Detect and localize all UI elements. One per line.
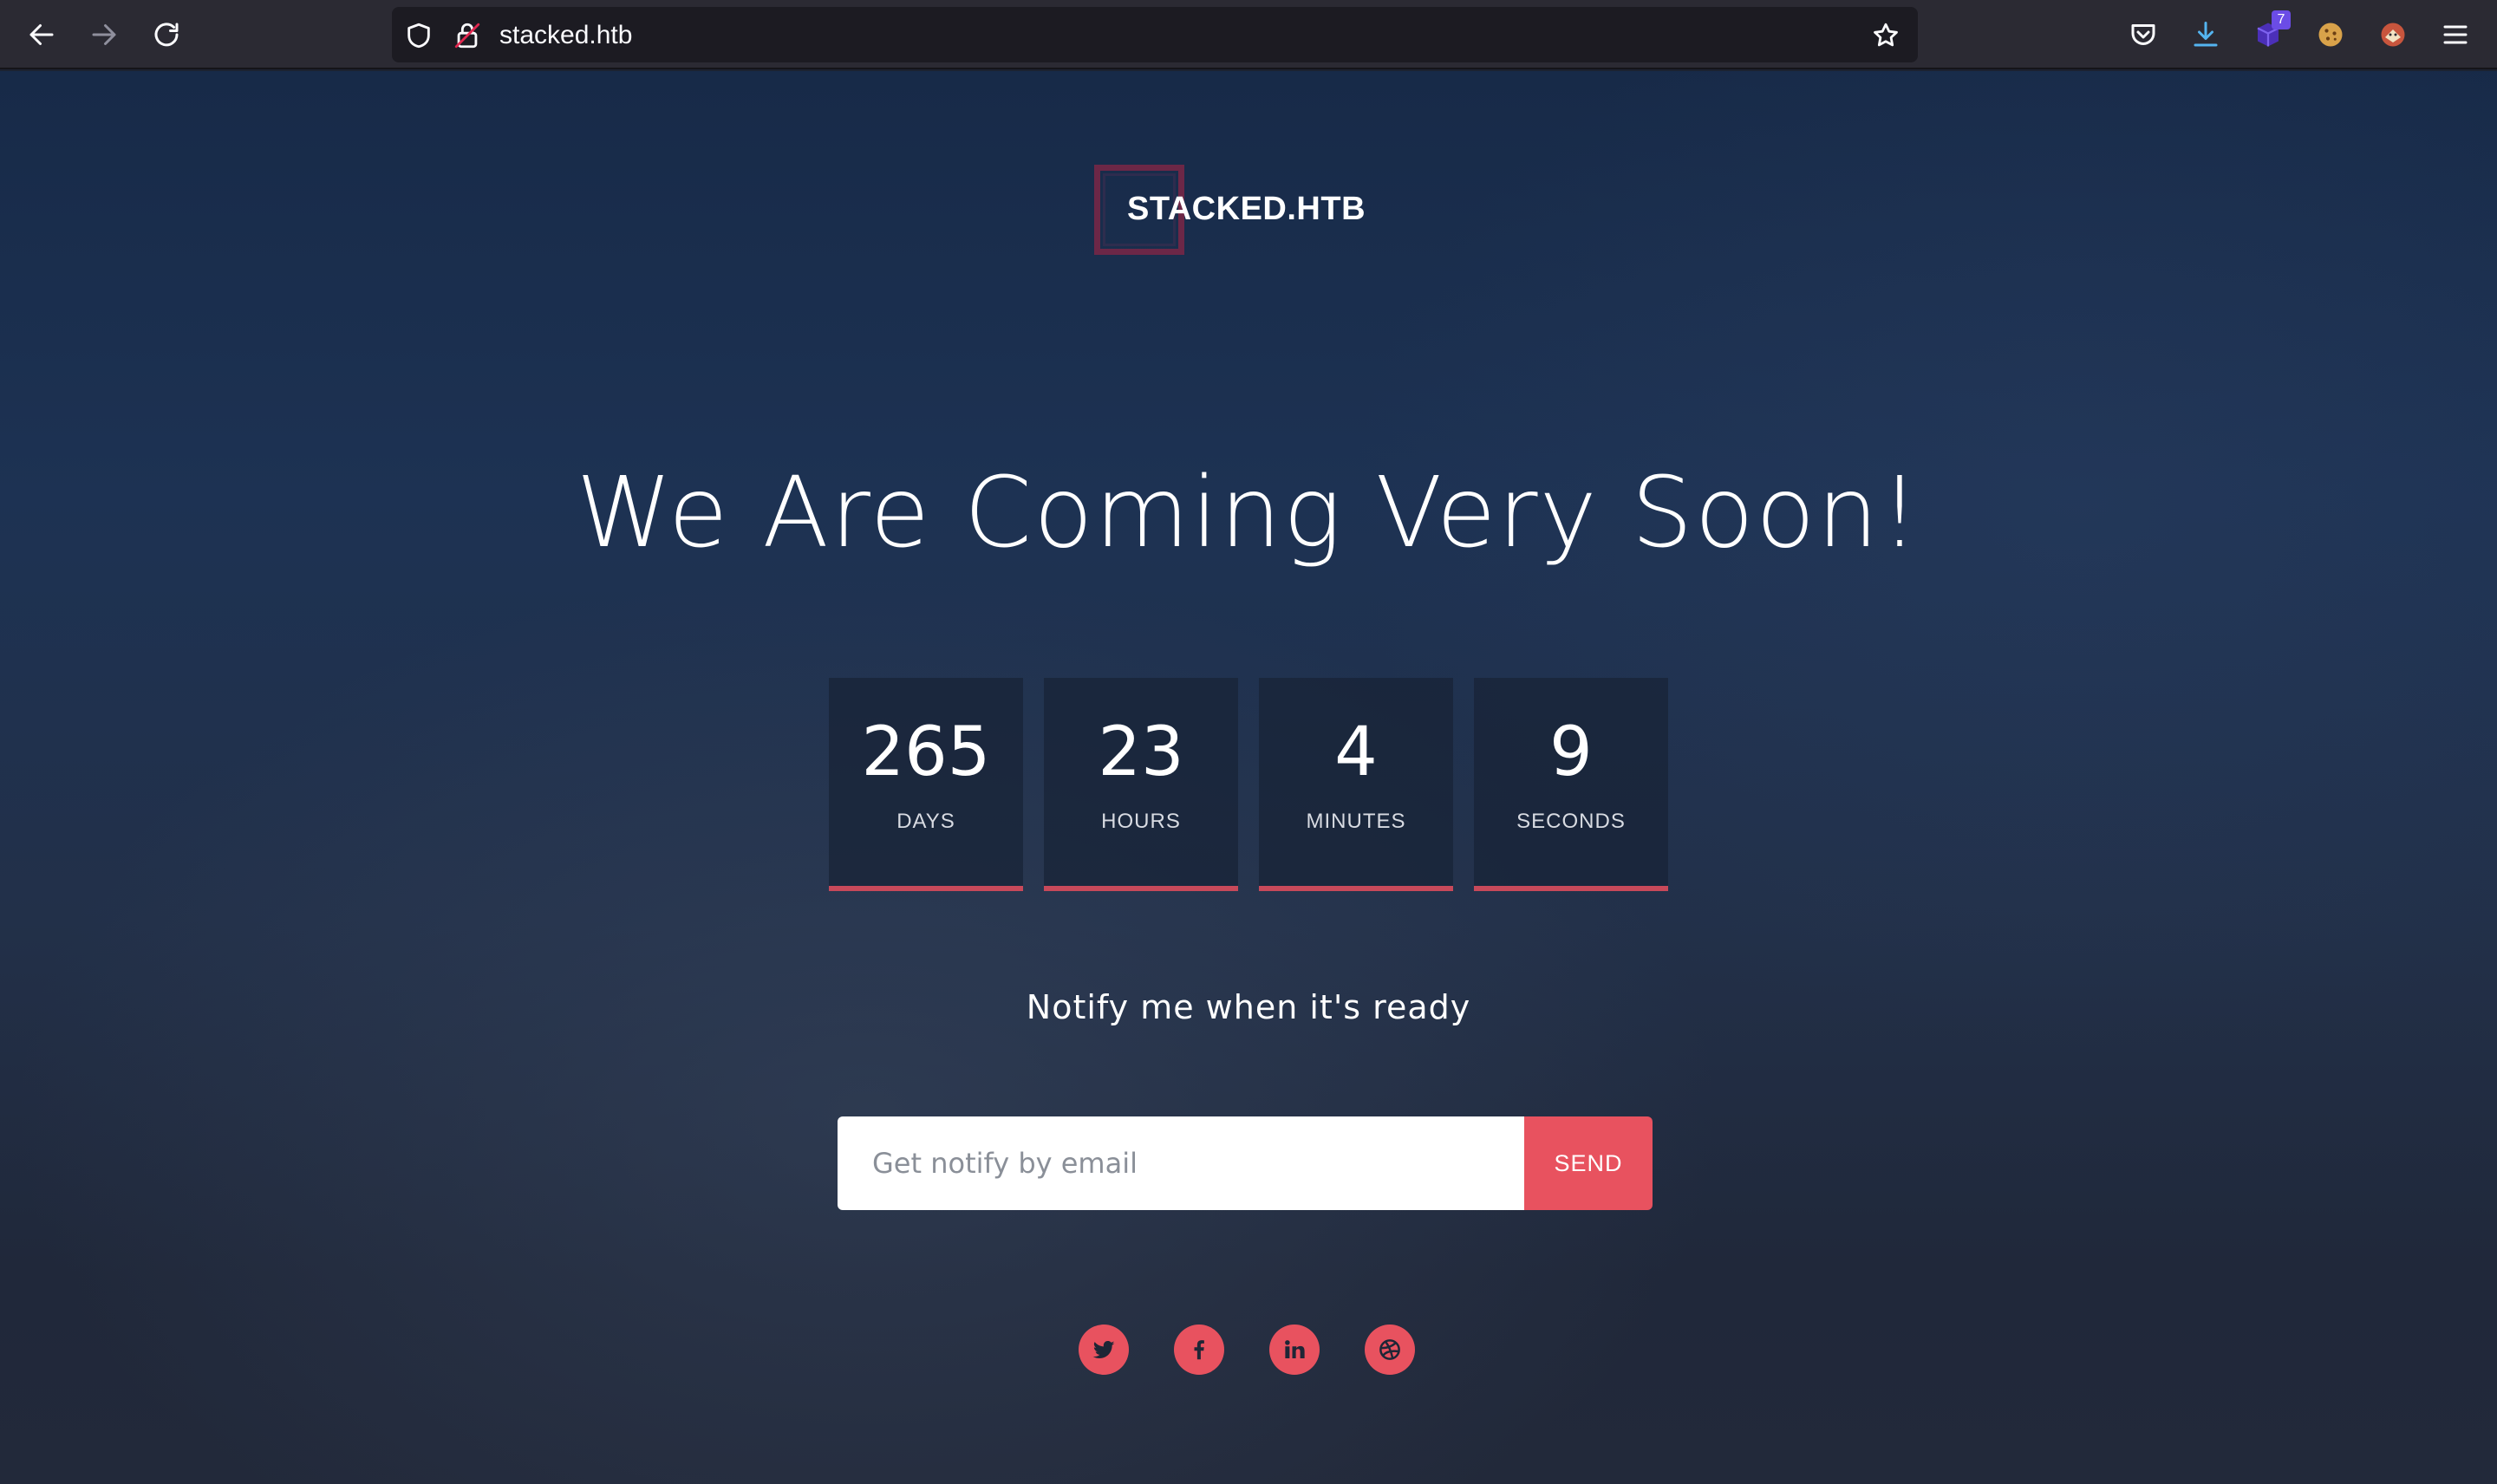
notify-heading: Notify me when it's ready [1026,988,1471,1026]
cookie-extension-button[interactable] [2311,16,2350,54]
countdown-minutes-value: 4 [1334,713,1378,791]
arrow-right-icon [92,24,116,45]
reload-icon [154,23,179,47]
send-button[interactable]: SEND [1524,1116,1653,1210]
fox-icon [2381,23,2405,47]
countdown-days: 265 DAYS [829,678,1023,891]
insecure-lock-icon[interactable] [453,21,482,50]
download-icon [2194,22,2218,47]
cookie-icon [2318,23,2343,47]
countdown-days-value: 265 [861,713,991,791]
menu-button[interactable] [2436,16,2474,54]
linkedin-link[interactable] [1269,1325,1320,1375]
facebook-link[interactable] [1174,1325,1224,1375]
pocket-button[interactable] [2124,16,2162,54]
countdown-days-label: DAYS [896,810,955,833]
url-bar[interactable]: stacked.htb [392,7,1918,62]
logo-text: STACKED.HTB [1127,191,1366,227]
forward-button[interactable] [87,17,121,52]
twitter-icon [1092,1340,1115,1359]
countdown-minutes-label: MINUTES [1306,810,1406,833]
shield-icon[interactable] [404,21,434,50]
countdown-seconds-value: 9 [1549,713,1593,791]
arrow-left-icon [29,24,54,45]
page-headline: We Are Coming Very Soon! [576,457,1921,570]
countdown-minutes: 4 MINUTES [1259,678,1453,891]
pocket-icon [2131,24,2155,45]
countdown-seconds: 9 SECONDS [1474,678,1668,891]
facebook-icon [1194,1340,1204,1360]
notify-form: SEND [838,1116,1653,1210]
email-input[interactable] [838,1116,1524,1210]
social-links [1079,1325,1418,1377]
linkedin-icon [1285,1340,1305,1358]
countdown-hours-value: 23 [1098,713,1184,791]
page-content: STACKED.HTB We Are Coming Very Soon! 265… [0,71,2497,1484]
reload-button[interactable] [149,17,184,52]
browser-toolbar: stacked.htb 7 [0,0,2497,69]
twitter-link[interactable] [1079,1325,1129,1375]
foxy-extension-button[interactable] [2374,16,2412,54]
back-button[interactable] [24,17,59,52]
url-text[interactable]: stacked.htb [499,21,632,50]
bookmark-star-icon[interactable] [1871,21,1900,50]
countdown-seconds-label: SECONDS [1516,810,1626,833]
downloads-button[interactable] [2187,16,2225,54]
countdown-hours-label: HOURS [1101,810,1181,833]
countdown-hours: 23 HOURS [1044,678,1238,891]
hamburger-menu-icon [2443,25,2468,44]
extension-badge: 7 [2272,10,2291,29]
dribbble-icon [1379,1339,1400,1360]
site-logo[interactable]: STACKED.HTB [1094,165,1441,260]
dribbble-link[interactable] [1365,1325,1415,1375]
extension-button[interactable]: 7 [2249,10,2291,54]
countdown: 265 DAYS 23 HOURS 4 MINUTES 9 SECONDS [829,678,1668,962]
